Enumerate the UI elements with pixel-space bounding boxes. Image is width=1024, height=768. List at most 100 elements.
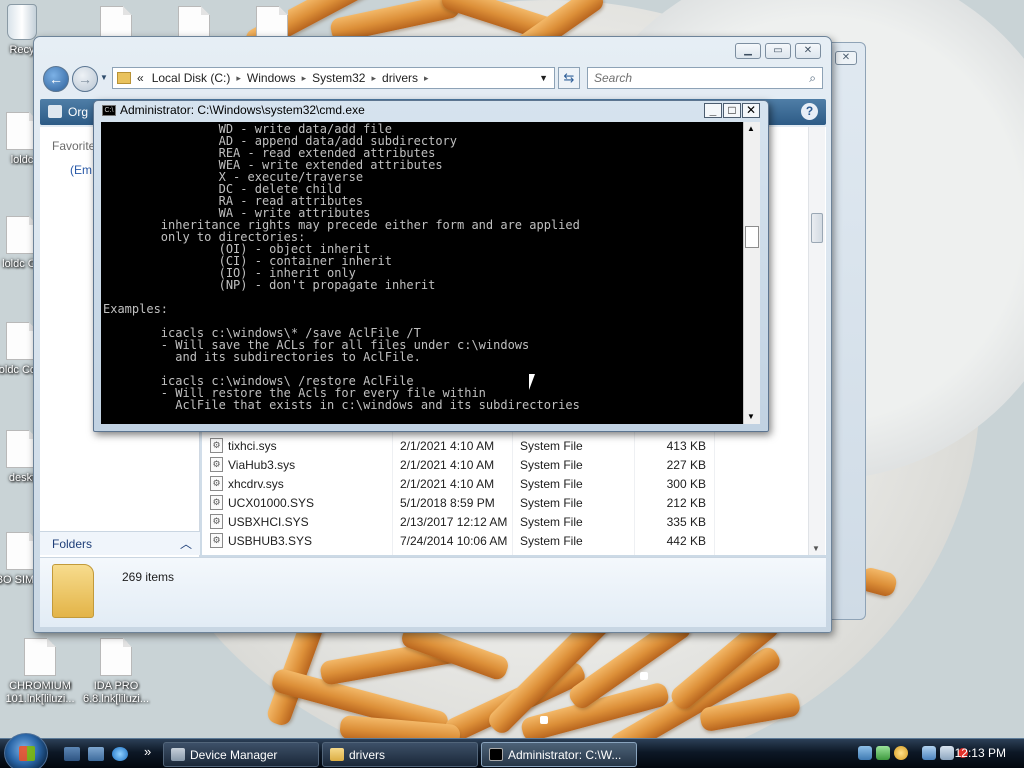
console-text: WD - write data/add file AD - append dat… <box>103 122 580 412</box>
file-list-scrollbar[interactable]: ▼ <box>808 127 825 555</box>
window-title: Administrator: C:\Windows\system32\cmd.e… <box>120 103 365 117</box>
wallpaper-salt <box>540 716 548 724</box>
file-row[interactable]: ⚙ xhcdrv.sys 2/1/2021 4:10 AM System Fil… <box>202 474 822 493</box>
desktop-icon-label: loldc <box>10 154 34 166</box>
taskbar-cmd[interactable]: Administrator: C:\W... <box>481 742 637 767</box>
chevron-right-icon[interactable]: ▸ <box>424 73 429 84</box>
file-type: System File <box>520 496 583 510</box>
file-row[interactable]: ⚙ ViaHub3.sys 2/1/2021 4:10 AM System Fi… <box>202 455 822 474</box>
recycle-bin-icon <box>7 4 37 40</box>
console-scrollbar[interactable]: ▲ ▼ <box>743 122 760 424</box>
scrollbar-thumb[interactable] <box>745 226 759 248</box>
address-overflow[interactable]: « <box>135 71 146 85</box>
close-button[interactable]: ✕ <box>742 103 760 118</box>
connection-icon[interactable] <box>922 746 936 760</box>
folder-icon <box>117 72 131 84</box>
folder-icon <box>330 748 344 761</box>
scroll-up-icon[interactable]: ▲ <box>747 124 755 133</box>
file-name: USBXHCI.SYS <box>228 515 309 529</box>
chevron-up-icon[interactable]: ︿ <box>180 535 192 552</box>
file-type: System File <box>520 534 583 548</box>
favorites-header[interactable]: Favorite <box>52 139 95 153</box>
breadcrumb-system32[interactable]: System32 <box>306 71 371 85</box>
address-bar[interactable]: « Local Disk (C:) ▸ Windows ▸ System32 ▸… <box>112 67 555 89</box>
maximize-button[interactable]: ▭ <box>765 43 791 59</box>
file-date: 2/1/2021 4:10 AM <box>400 477 495 491</box>
help-button[interactable]: ? <box>801 103 818 120</box>
file-size: 335 KB <box>666 515 706 529</box>
search-icon[interactable] <box>894 746 908 760</box>
internet-explorer-icon[interactable] <box>112 747 128 761</box>
back-button[interactable]: ← <box>43 66 69 92</box>
clock[interactable]: 12:13 PM <box>955 746 1006 760</box>
file-type: System File <box>520 439 583 453</box>
file-date: 2/1/2021 4:10 AM <box>400 439 495 453</box>
file-size: 227 KB <box>666 458 706 472</box>
file-name: ViaHub3.sys <box>228 458 296 472</box>
forward-button[interactable]: → <box>72 66 98 92</box>
organize-button[interactable]: Org <box>68 105 88 119</box>
file-date: 2/13/2017 12:12 AM <box>400 515 508 529</box>
file-size: 442 KB <box>666 534 706 548</box>
close-icon[interactable]: ✕ <box>835 51 857 65</box>
file-name: UCX01000.SYS <box>228 496 315 510</box>
breadcrumb-local-disk[interactable]: Local Disk (C:) <box>146 71 237 85</box>
file-icon <box>100 638 132 676</box>
task-label: drivers <box>349 748 386 762</box>
file-date: 2/1/2021 4:10 AM <box>400 458 495 472</box>
desktop-icon-chromium[interactable]: CHROMIUM 101.lnk[liluzi... <box>2 638 78 706</box>
file-size: 300 KB <box>666 477 706 491</box>
start-button[interactable] <box>4 733 48 768</box>
file-name: tixhci.sys <box>228 439 277 453</box>
file-row[interactable]: ⚙ USBXHCI.SYS 2/13/2017 12:12 AM System … <box>202 512 822 531</box>
scroll-down-icon[interactable]: ▼ <box>812 544 820 553</box>
file-icon <box>24 638 56 676</box>
show-desktop-icon[interactable] <box>64 747 80 761</box>
console-icon[interactable]: C:\ <box>102 105 116 116</box>
wallpaper-salt <box>640 672 648 680</box>
system-file-icon: ⚙ <box>210 533 223 548</box>
file-row[interactable]: ⚙ UCX01000.SYS 5/1/2018 8:59 PM System F… <box>202 493 822 512</box>
details-pane: 269 items <box>40 557 826 627</box>
refresh-button[interactable]: ⇆ <box>558 67 580 89</box>
volume-icon[interactable] <box>940 746 954 760</box>
security-icon[interactable] <box>876 746 890 760</box>
minimize-button[interactable]: _ <box>704 103 722 118</box>
network-icon[interactable] <box>858 746 872 760</box>
breadcrumb-drivers[interactable]: drivers <box>376 71 424 85</box>
desktop-icon-ida-pro[interactable]: IDA PRO 6.8.lnk[liluzi... <box>78 638 154 706</box>
scrollbar-thumb[interactable] <box>811 213 823 243</box>
maximize-button[interactable]: □ <box>723 103 741 118</box>
desktop-icon-label: CHROMIUM 101.lnk[liluzi... <box>5 680 75 705</box>
address-dropdown-icon[interactable]: ▼ <box>539 73 548 83</box>
favorites-empty-item[interactable]: (Em <box>70 163 92 177</box>
quicklaunch-overflow[interactable]: » <box>144 744 151 759</box>
taskbar-drivers[interactable]: drivers <box>322 742 478 767</box>
switch-windows-icon[interactable] <box>88 747 104 761</box>
file-row[interactable]: ⚙ tixhci.sys 2/1/2021 4:10 AM System Fil… <box>202 436 822 455</box>
mouse-cursor-icon <box>529 374 541 390</box>
close-button[interactable]: ✕ <box>795 43 821 59</box>
search-icon[interactable]: ⌕ <box>809 71 816 86</box>
recent-pages-dropdown[interactable]: ▼ <box>100 73 108 82</box>
folders-toggle[interactable]: Folders ︿ <box>40 531 200 555</box>
system-file-icon: ⚙ <box>210 476 223 491</box>
cmd-window[interactable]: C:\ Administrator: C:\Windows\system32\c… <box>93 100 769 432</box>
organize-icon <box>48 105 62 118</box>
system-file-icon: ⚙ <box>210 438 223 453</box>
arrow-right-icon: → <box>78 71 92 87</box>
file-row[interactable]: ⚙ USBHUB3.SYS 7/24/2014 10:06 AM System … <box>202 531 822 550</box>
search-placeholder: Search <box>594 71 633 85</box>
minimize-button[interactable]: ▁ <box>735 43 761 59</box>
scroll-down-icon[interactable]: ▼ <box>747 412 755 421</box>
desktop-icon-label: IDA PRO 6.8.lnk[liluzi... <box>82 680 150 705</box>
folder-icon <box>52 564 94 618</box>
breadcrumb-windows[interactable]: Windows <box>241 71 302 85</box>
console-output[interactable]: WD - write data/add file AD - append dat… <box>101 122 743 424</box>
file-type: System File <box>520 515 583 529</box>
file-name: USBHUB3.SYS <box>228 534 313 548</box>
system-file-icon: ⚙ <box>210 457 223 472</box>
arrow-left-icon: ← <box>49 71 63 87</box>
search-input[interactable]: Search ⌕ <box>587 67 823 89</box>
taskbar-device-manager[interactable]: Device Manager <box>163 742 319 767</box>
